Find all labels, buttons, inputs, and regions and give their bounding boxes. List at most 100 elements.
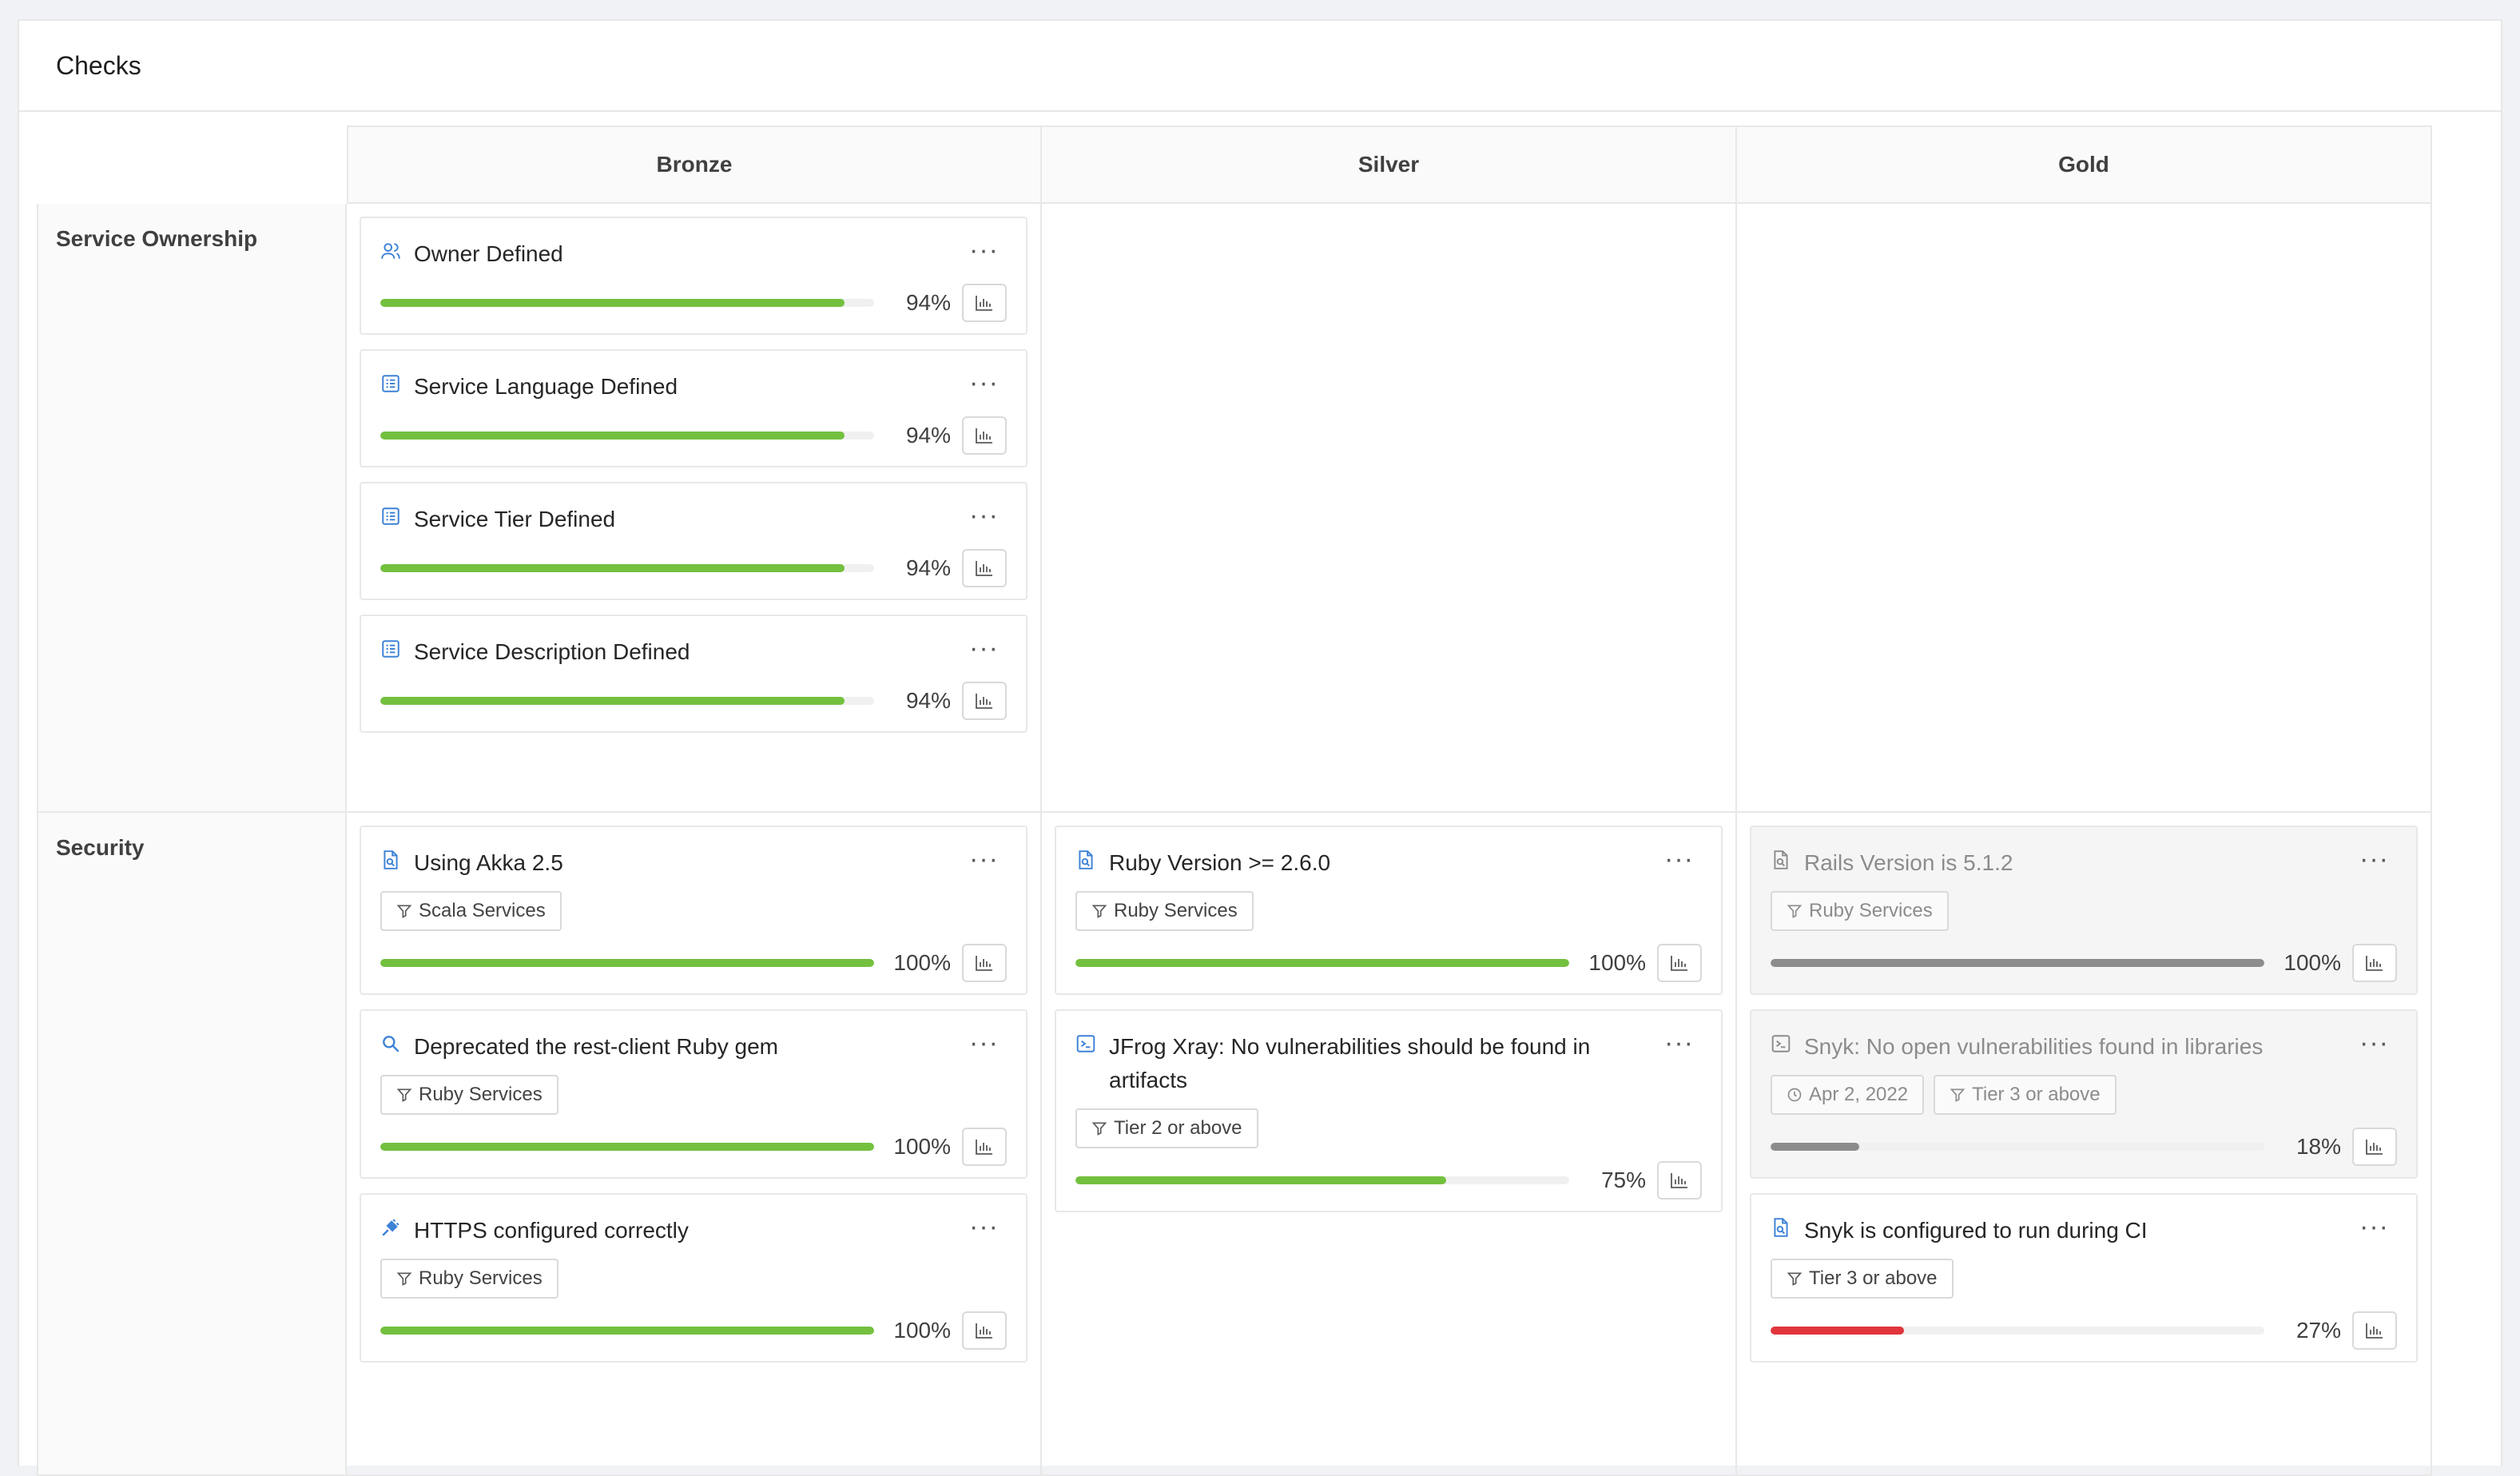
check-title[interactable]: JFrog Xray: No vulnerabilities should be… (1109, 1030, 1702, 1097)
filter-tag[interactable]: Scala Services (380, 891, 562, 931)
check-card-header: Ruby Version >= 2.6.0 (1075, 846, 1702, 880)
filter-tag[interactable]: Tier 2 or above (1075, 1108, 1258, 1148)
more-options-icon[interactable]: ··· (969, 635, 999, 662)
progress-bar (380, 432, 874, 440)
check-card-header: JFrog Xray: No vulnerabilities should be… (1075, 1030, 1702, 1097)
check-card-service-tier-defined[interactable]: Service Tier Defined ··· 94% (360, 482, 1027, 600)
list-icon (380, 373, 401, 394)
row-label-security: Security (37, 813, 347, 1476)
progress-bar-fill (1771, 959, 2264, 967)
check-card-deprecated-the-rest-client-ruby-gem[interactable]: Deprecated the rest-client Ruby gem ··· Ru… (360, 1009, 1027, 1179)
filter-icon (396, 1087, 412, 1103)
check-card-owner-defined[interactable]: Owner Defined ··· 94% (360, 217, 1027, 335)
filter-tag[interactable]: Tier 3 or above (1771, 1259, 1954, 1299)
clock-icon (1787, 1087, 1803, 1103)
progress-percent: 27% (2295, 1318, 2341, 1343)
progress-percent: 100% (893, 950, 951, 975)
progress-bar-fill (380, 1143, 874, 1151)
filter-tag[interactable]: Ruby Services (380, 1075, 558, 1115)
filter-icon (1950, 1087, 1966, 1103)
search-icon (380, 1033, 401, 1054)
filter-tag[interactable]: Ruby Services (1771, 891, 1949, 931)
more-options-icon[interactable]: ··· (2359, 845, 2389, 873)
more-options-icon[interactable]: ··· (969, 1213, 999, 1240)
report-button[interactable] (2352, 944, 2397, 982)
more-options-icon[interactable]: ··· (969, 369, 999, 396)
more-options-icon[interactable]: ··· (969, 237, 999, 264)
check-card-rails-version-is-5-1-2[interactable]: Rails Version is 5.1.2 ··· Ruby Services 10… (1750, 826, 2418, 995)
list-icon (380, 639, 401, 659)
filter-tag[interactable]: Ruby Services (380, 1259, 558, 1299)
progress-bar (1771, 1327, 2264, 1335)
tag-label: Scala Services (419, 900, 546, 921)
cell-service-ownership-bronze: Owner Defined ··· 94% Service Language Defi… (347, 204, 1042, 813)
report-button[interactable] (962, 416, 1007, 455)
progress-bar (380, 564, 874, 572)
progress-row: 94% (380, 416, 1007, 455)
check-title[interactable]: Snyk is configured to run during CI (1804, 1214, 2397, 1247)
bar-chart-icon (2365, 1138, 2384, 1156)
list-icon (380, 506, 401, 527)
file-search-icon (380, 849, 401, 870)
column-header-bronze: Bronze (347, 125, 1042, 204)
more-options-icon[interactable]: ··· (1664, 845, 1694, 873)
more-options-icon[interactable]: ··· (969, 845, 999, 873)
check-card-header: Service Description Defined (380, 635, 1007, 669)
check-tags: Tier 3 or above (1771, 1259, 2397, 1299)
date-tag[interactable]: Apr 2, 2022 (1771, 1075, 1925, 1115)
report-button[interactable] (1657, 1161, 1702, 1199)
check-card-snyk-is-configured-to-run-during-ci[interactable]: Snyk is configured to run during CI ··· Ti… (1750, 1193, 2418, 1363)
progress-percent: 94% (905, 688, 951, 713)
filter-icon (396, 903, 412, 919)
check-title[interactable]: HTTPS configured correctly (414, 1214, 1007, 1247)
filter-tag[interactable]: Ruby Services (1075, 891, 1254, 931)
check-card-service-language-defined[interactable]: Service Language Defined ··· 94% (360, 349, 1027, 467)
tag-label: Ruby Services (1809, 900, 1933, 921)
check-card-header: Snyk is configured to run during CI (1771, 1214, 2397, 1247)
check-card-https-configured-correctly[interactable]: HTTPS configured correctly ··· Ruby Servic… (360, 1193, 1027, 1363)
report-button[interactable] (962, 1311, 1007, 1350)
tag-label: Ruby Services (419, 1267, 543, 1289)
more-options-icon[interactable]: ··· (969, 1029, 999, 1056)
report-button[interactable] (962, 284, 1007, 322)
check-title[interactable]: Owner Defined (414, 237, 1007, 271)
progress-bar-fill (380, 432, 845, 440)
check-title[interactable]: Deprecated the rest-client Ruby gem (414, 1030, 1007, 1064)
check-card-snyk-no-open-vulnerabilities-found-in-libraries[interactable]: Snyk: No open vulnerabilities found in l… (1750, 1009, 2418, 1179)
check-title[interactable]: Service Description Defined (414, 635, 1007, 669)
report-button[interactable] (1657, 944, 1702, 982)
report-button[interactable] (962, 549, 1007, 587)
cell-service-ownership-gold (1737, 204, 2432, 813)
progress-percent: 100% (1588, 950, 1646, 975)
progress-bar (380, 1143, 874, 1151)
bar-chart-icon (1670, 954, 1689, 972)
check-tags: Apr 2, 2022 Tier 3 or above (1771, 1075, 2397, 1115)
more-options-icon[interactable]: ··· (2359, 1029, 2389, 1056)
report-button[interactable] (962, 1128, 1007, 1166)
more-options-icon[interactable]: ··· (1664, 1029, 1694, 1056)
bar-chart-icon (975, 427, 994, 444)
report-button[interactable] (2352, 1128, 2397, 1166)
check-card-using-akka-2-5[interactable]: Using Akka 2.5 ··· Scala Services 100% (360, 826, 1027, 995)
tag-label: Tier 3 or above (1972, 1084, 2101, 1105)
report-button[interactable] (2352, 1311, 2397, 1350)
cell-security-silver: Ruby Version >= 2.6.0 ··· Ruby Services 100… (1042, 813, 1737, 1476)
progress-row: 100% (1075, 944, 1702, 982)
check-card-jfrog-xray-no-vulnerabilities-should-be-found-in-artifacts[interactable]: JFrog Xray: No vulnerabilities should be… (1055, 1009, 1723, 1212)
more-options-icon[interactable]: ··· (2359, 1213, 2389, 1240)
check-card-ruby-version-2-6-0[interactable]: Ruby Version >= 2.6.0 ··· Ruby Services 100… (1055, 826, 1723, 995)
progress-percent: 100% (893, 1318, 951, 1343)
check-title[interactable]: Service Language Defined (414, 370, 1007, 404)
check-title[interactable]: Service Tier Defined (414, 503, 1007, 536)
file-search-icon (1075, 849, 1096, 870)
filter-tag[interactable]: Tier 3 or above (1934, 1075, 2117, 1115)
bar-chart-icon (975, 692, 994, 710)
check-card-service-description-defined[interactable]: Service Description Defined ··· 94% (360, 615, 1027, 733)
more-options-icon[interactable]: ··· (969, 502, 999, 529)
report-button[interactable] (962, 944, 1007, 982)
check-title[interactable]: Using Akka 2.5 (414, 846, 1007, 880)
check-title[interactable]: Rails Version is 5.1.2 (1804, 846, 2397, 880)
check-title[interactable]: Ruby Version >= 2.6.0 (1109, 846, 1702, 880)
report-button[interactable] (962, 682, 1007, 720)
check-title[interactable]: Snyk: No open vulnerabilities found in l… (1804, 1030, 2397, 1064)
